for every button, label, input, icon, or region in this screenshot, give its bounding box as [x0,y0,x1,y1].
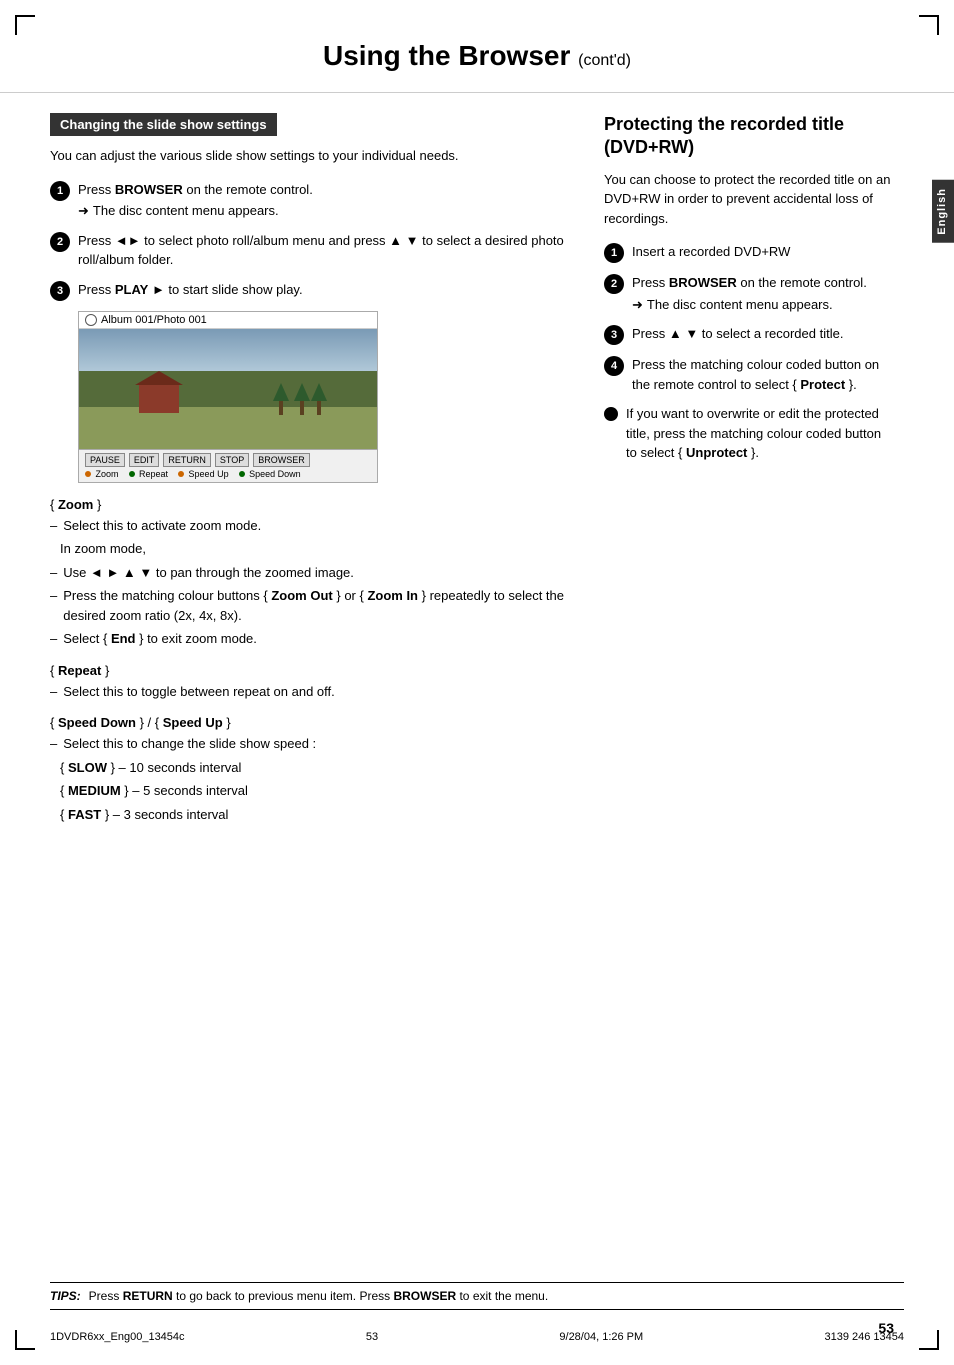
tips-label: TIPS: [50,1289,81,1303]
right-section-title: Protecting the recorded title (DVD+RW) [604,113,894,160]
screenshot-titlebar: Album 001/Photo 001 [79,312,377,329]
ctrl-pause: PAUSE [85,453,125,467]
zoom-colour-desc: – Press the matching colour buttons { Zo… [50,586,574,625]
speed-section: { Speed Down } / { Speed Up } – Select t… [50,715,574,824]
right-step-2-content: Press BROWSER on the remote control. ➜ T… [632,273,894,314]
right-step-1-content: Insert a recorded DVD+RW [632,242,894,262]
section-intro: You can adjust the various slide show se… [50,146,574,166]
screenshot-controls: PAUSE EDIT RETURN STOP BROWSER Zoom Repe… [79,449,377,482]
sky-layer [79,329,377,371]
page-number: 53 [878,1320,894,1336]
page-header: Using the Browser (cont'd) [0,0,954,93]
legend-repeat: Repeat [129,469,169,479]
step-1-content: Press BROWSER on the remote control. ➜ T… [78,180,574,221]
tree-trunk-1 [279,401,283,415]
tree-trunk-3 [317,401,321,415]
right-step-1: 1 Insert a recorded DVD+RW [604,242,894,263]
right-section-intro: You can choose to protect the recorded t… [604,170,894,229]
footer-date: 9/28/04, 1:26 PM [559,1331,643,1343]
zoom-select-desc: – Select this to activate zoom mode. [50,516,574,536]
ctrl-stop: STOP [215,453,249,467]
tree-3 [311,383,327,415]
field-layer [79,407,377,449]
bullet-step-content: If you want to overwrite or edit the pro… [626,404,894,463]
tree-2 [294,383,310,415]
right-step-2: 2 Press BROWSER on the remote control. ➜… [604,273,894,314]
repeat-section: { Repeat } – Select this to toggle betwe… [50,663,574,702]
step-2-number: 2 [50,232,70,252]
right-column: Protecting the recorded title (DVD+RW) Y… [604,113,894,830]
screenshot-box: Album 001/Photo 001 [78,311,378,483]
cd-icon [85,314,97,326]
tree-top-2 [294,383,310,401]
speed-medium: { MEDIUM } – 5 seconds interval [50,781,574,801]
ctrl-edit: EDIT [129,453,160,467]
right-step-2-number: 2 [604,274,624,294]
speed-fast: { FAST } – 3 seconds interval [50,805,574,825]
step-3: 3 Press PLAY ► to start slide show play. [50,280,574,301]
right-step-3: 3 Press ▲ ▼ to select a recorded title. [604,324,894,345]
right-step-4-content: Press the matching colour coded button o… [632,355,894,394]
language-tab: English [932,180,954,243]
page-title: Using the Browser (cont'd) [60,40,894,72]
tips-bar: TIPS: Press RETURN to go back to previou… [50,1282,904,1310]
step-3-number: 3 [50,281,70,301]
legend-speed-up: Speed Up [178,469,229,479]
step-1-number: 1 [50,181,70,201]
left-column: Changing the slide show settings You can… [50,113,574,830]
tree-top-3 [311,383,327,401]
tree-top-1 [273,383,289,401]
screenshot-title: Album 001/Photo 001 [101,314,207,326]
tree-trunk-2 [300,401,304,415]
zoom-section: { Zoom } – Select this to activate zoom … [50,497,574,649]
speed-desc: – Select this to change the slide show s… [50,734,574,754]
speed-slow: { SLOW } – 10 seconds interval [50,758,574,778]
main-content: Changing the slide show settings You can… [0,93,954,850]
page-footer: 1DVDR6xx_Eng00_13454c 53 9/28/04, 1:26 P… [50,1331,904,1343]
right-step-2-arrow-text: The disc content menu appears. [647,295,833,315]
speed-title: { Speed Down } / { Speed Up } [50,715,574,730]
right-arrow-symbol: ➜ [632,295,643,315]
step-3-content: Press PLAY ► to start slide show play. [78,280,574,300]
ctrl-browser: BROWSER [253,453,310,467]
zoom-pan-desc: – Use ◄ ► ▲ ▼ to pan through the zoomed … [50,563,574,583]
screenshot-image [79,329,377,449]
right-step-4: 4 Press the matching colour coded button… [604,355,894,394]
right-step-3-number: 3 [604,325,624,345]
ctrl-return: RETURN [163,453,211,467]
barn-shape [139,383,179,413]
arrow-symbol: ➜ [78,201,89,221]
step-1: 1 Press BROWSER on the remote control. ➜… [50,180,574,221]
corner-mark-br [919,1330,939,1350]
zoom-end-desc: – Select { End } to exit zoom mode. [50,629,574,649]
bullet-dot-icon [604,407,618,421]
repeat-title: { Repeat } [50,663,574,678]
legend-zoom: Zoom [85,469,119,479]
corner-mark-tr [919,15,939,35]
corner-mark-tl [15,15,35,35]
corner-mark-bl [15,1330,35,1350]
section-heading: Changing the slide show settings [50,113,277,136]
repeat-desc: – Select this to toggle between repeat o… [50,682,574,702]
bullet-step: If you want to overwrite or edit the pro… [604,404,894,463]
step-2: 2 Press ◄► to select photo roll/album me… [50,231,574,270]
tips-text: Press RETURN to go back to previous menu… [89,1289,549,1303]
screenshot-buttons: PAUSE EDIT RETURN STOP BROWSER [85,453,371,467]
right-step-3-content: Press ▲ ▼ to select a recorded title. [632,324,894,344]
right-step-1-number: 1 [604,243,624,263]
step-1-arrow-text: The disc content menu appears. [93,201,279,221]
zoom-in-zoom-mode: In zoom mode, [50,539,574,559]
legend-speed-down: Speed Down [239,469,301,479]
zoom-title: { Zoom } [50,497,574,512]
screenshot-legend: Zoom Repeat Speed Up Speed Down [85,469,371,479]
right-step-4-number: 4 [604,356,624,376]
tree-1 [273,383,289,415]
footer-doc-code: 1DVDR6xx_Eng00_13454c [50,1331,185,1343]
step-2-content: Press ◄► to select photo roll/album menu… [78,231,574,270]
footer-page-center: 53 [366,1331,378,1343]
